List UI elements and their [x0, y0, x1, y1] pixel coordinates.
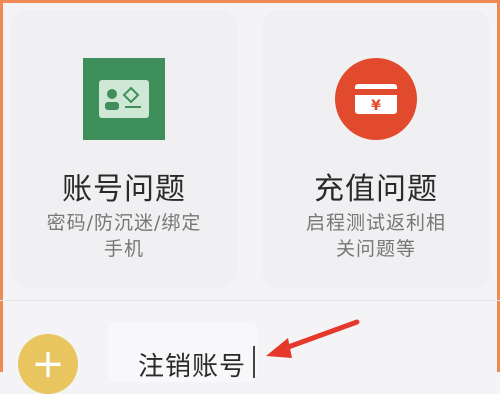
- yen-card-icon: ¥: [335, 58, 417, 140]
- recharge-issues-card[interactable]: ¥ 充值问题 启程测试返利相关问题等: [262, 10, 490, 288]
- red-arrow-annotation: [266, 319, 360, 358]
- plus-icon: +: [31, 341, 65, 387]
- account-issues-card[interactable]: 账号问题 密码/防沉迷/绑定手机: [10, 10, 238, 288]
- bottom-row: + 注销账号: [0, 304, 500, 394]
- recharge-issues-title: 充值问题: [314, 172, 438, 207]
- account-issues-description: 密码/防沉迷/绑定手机: [46, 212, 202, 260]
- cancel-account-option[interactable]: 注销账号: [108, 322, 258, 382]
- divider: [0, 300, 500, 301]
- svg-text:¥: ¥: [371, 98, 381, 114]
- add-button[interactable]: +: [18, 334, 78, 394]
- account-issues-title: 账号问题: [62, 172, 186, 207]
- recharge-issues-description: 启程测试返利相关问题等: [305, 212, 446, 260]
- text-cursor: [253, 346, 255, 378]
- cancel-account-label: 注销账号: [138, 352, 247, 382]
- id-card-icon: [83, 58, 165, 140]
